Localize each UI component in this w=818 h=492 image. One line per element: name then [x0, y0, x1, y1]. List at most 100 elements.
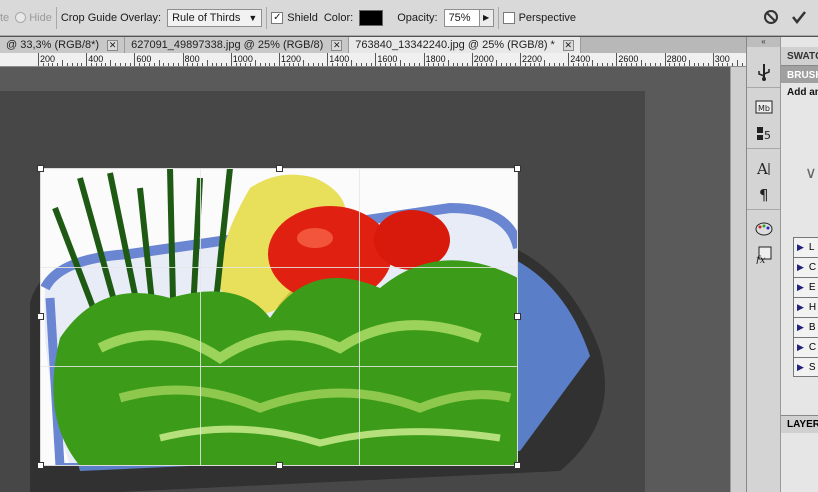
svg-text:Mb: Mb [758, 104, 770, 113]
tab-document-2[interactable]: 627091_49897338.jpg @ 25% (RGB/8) ✕ [125, 37, 350, 53]
ruler-tick [495, 60, 497, 66]
hide-label: Hide [29, 11, 52, 24]
crop-handle-middle-left[interactable] [37, 313, 44, 320]
svg-text:A: A [756, 160, 768, 177]
brush-panel: SWATCH BRUSH Add an ∨ ▶L ▶C ▶E ▶H ▶B ▶C … [780, 37, 818, 492]
tab-document-3[interactable]: 763840_13342240.jpg @ 25% (RGB/8) * ✕ [349, 37, 581, 53]
ruler-tick [279, 53, 280, 66]
tab-label: 763840_13342240.jpg @ 25% (RGB/8) * [355, 39, 555, 51]
ruler-tick [95, 63, 97, 66]
cancel-icon[interactable] [760, 6, 782, 28]
commit-icon[interactable] [788, 6, 810, 28]
opacity-input[interactable]: 75% [443, 8, 480, 27]
collapse-dock-icon[interactable]: « [747, 37, 780, 47]
ruler-tick [491, 63, 493, 66]
ruler-tick [57, 63, 59, 66]
ruler-tick [606, 63, 608, 66]
crop-handle-bottom-left[interactable] [37, 462, 44, 469]
crop-guide-select[interactable]: Rule of Thirds ▼ [167, 8, 263, 27]
list-item[interactable]: ▶ C [793, 337, 818, 357]
tab-layers[interactable]: LAYERS [781, 415, 818, 433]
ruler-tick [409, 63, 411, 66]
ruler-tick [66, 63, 68, 66]
ruler-tick [418, 63, 420, 66]
tab-document-1[interactable]: @ 33,3% (RGB/8*) ✕ [0, 37, 126, 53]
shield-color-swatch[interactable] [359, 9, 384, 26]
ruler-tick [438, 63, 440, 66]
ruler-tick [81, 63, 83, 66]
ruler-tick [115, 63, 117, 66]
workspace [0, 67, 746, 492]
ruler-tick [76, 63, 78, 66]
list-item-label: L [808, 242, 815, 253]
ruler-tick [230, 53, 232, 66]
document-tabs: @ 33,3% (RGB/8*) ✕ 627091_49897338.jpg @… [0, 37, 746, 53]
guide-line [41, 267, 517, 268]
close-icon[interactable]: ✕ [331, 39, 343, 51]
close-icon[interactable]: ✕ [107, 39, 119, 51]
guide-line [359, 169, 360, 465]
ruler-tick [597, 63, 599, 66]
ruler-tick [630, 63, 632, 66]
crop-handle-top-right[interactable] [514, 165, 521, 172]
panel-dock: « Mb 5 A ¶ fx [746, 37, 780, 492]
ruler-tick [394, 63, 396, 66]
tab-brush[interactable]: BRUSH [781, 65, 818, 83]
list-item[interactable]: ▶ E [793, 277, 818, 297]
clone-source-icon[interactable]: 5 [752, 122, 776, 144]
ruler-tick [356, 63, 358, 66]
ruler-tick [341, 63, 343, 66]
paragraph-icon[interactable]: ¶ [752, 183, 776, 205]
ruler-tick [611, 63, 613, 66]
ruler-tick [192, 63, 194, 66]
list-item[interactable]: ▶ S [793, 357, 818, 377]
crop-handle-top-left[interactable] [37, 165, 44, 172]
ruler-tick [693, 63, 695, 66]
vertical-scrollbar[interactable] [730, 67, 746, 492]
perspective-checkbox[interactable] [502, 11, 515, 24]
list-item[interactable]: ▶ H [793, 297, 818, 317]
guide-line [41, 366, 517, 367]
ruler-tick [216, 63, 218, 66]
ruler-tick [47, 63, 49, 66]
close-icon[interactable]: ✕ [562, 39, 574, 51]
shield-checkbox[interactable]: ✓ [271, 11, 284, 24]
crop-handle-top-center[interactable] [276, 165, 283, 172]
list-item-label: B [808, 322, 816, 333]
ruler-tick [577, 63, 579, 66]
opacity-stepper[interactable]: ▶ [479, 8, 494, 27]
mini-bridge-icon[interactable]: Mb [752, 96, 776, 118]
usb-icon[interactable] [752, 61, 776, 83]
svg-text:¶: ¶ [759, 186, 769, 203]
ruler-tick [481, 63, 483, 66]
character-icon[interactable]: A [752, 157, 776, 179]
crop-handle-bottom-center[interactable] [276, 462, 283, 469]
crop-box[interactable] [40, 168, 518, 466]
ruler-tick [119, 63, 121, 66]
horizontal-ruler: 200 400 600 800 1000 1200 1400 1600 1800 2000 2200… [0, 53, 746, 67]
svg-text:fx: fx [755, 255, 766, 264]
ruler-tick [626, 63, 628, 66]
ruler-tick [124, 63, 126, 66]
fx-icon[interactable]: fx [752, 244, 776, 266]
add-label: Add an [787, 87, 818, 98]
ruler-tick [206, 60, 208, 66]
list-item[interactable]: ▶ B [793, 317, 818, 337]
list-item[interactable]: ▶ C [793, 257, 818, 277]
list-item[interactable]: ▶ L [793, 237, 818, 257]
ruler-tick [529, 63, 531, 66]
ruler-tick [71, 63, 73, 66]
tab-swatches[interactable]: SWATCH [781, 47, 818, 65]
hide-radio[interactable] [15, 12, 27, 23]
ruler-tick [601, 63, 603, 66]
crop-handle-middle-right[interactable] [514, 313, 521, 320]
palette-icon[interactable] [752, 218, 776, 240]
ruler-tick [168, 63, 170, 66]
ruler-tick [303, 60, 305, 66]
crop-handle-bottom-right[interactable] [514, 462, 521, 469]
ruler-tick [616, 53, 618, 66]
ruler-tick [42, 63, 44, 66]
ruler-tick [399, 60, 401, 66]
ruler-tick [722, 63, 724, 66]
ruler-tick [235, 63, 237, 66]
